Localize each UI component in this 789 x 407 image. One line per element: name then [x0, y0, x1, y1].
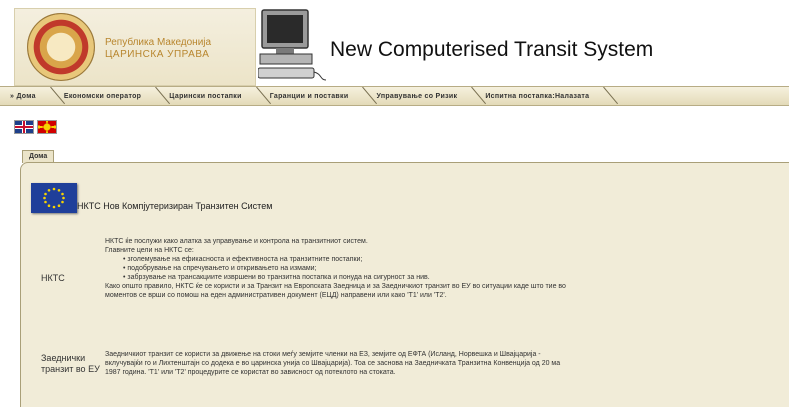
text-line: 1987 година. 'Т1' или 'Т2' процедурите с…	[105, 369, 396, 376]
flag-uk-icon[interactable]	[14, 120, 34, 134]
text-line: Главните цели на НКТС се:	[105, 247, 194, 254]
bullet-line: • зголемување на ефикасноста и ефективно…	[123, 256, 363, 263]
header: Република Македонија ЦАРИНСКА УПРАВА New…	[0, 0, 789, 86]
text-line: НКТС ќе послужи како алатка за управувањ…	[105, 238, 368, 245]
bullet-line: • подобрување на спречувањето и откривањ…	[123, 265, 317, 272]
customs-seal-icon	[27, 13, 95, 81]
nav-item-test-procedure[interactable]: Испитна постапка:Налазата	[475, 87, 607, 105]
row-text-common-transit: Заедничкиот транзит се користи за движењ…	[105, 350, 560, 377]
language-switcher	[14, 120, 57, 134]
bullet-line: • забрзување на трансакциите извршени во…	[123, 274, 430, 281]
text-line: Заедничкиот транзит се користи за движењ…	[105, 351, 541, 358]
org-name-line2: ЦАРИНСКА УПРАВА	[105, 49, 210, 60]
text-line: моментов се врши со помош на еден админи…	[105, 292, 447, 299]
nav-item-guarantees[interactable]: Гаранции и поставки	[260, 87, 367, 105]
system-title: New Computerised Transit System	[330, 38, 654, 61]
row-text-ncts: НКТС ќе послужи како алатка за управувањ…	[105, 237, 566, 300]
nav-item-economic-operator[interactable]: Економски оператор	[54, 87, 159, 105]
nav-item-customs-procedures[interactable]: Царински постапки	[159, 87, 259, 105]
panel-title: НКТС Нов Компјутеризиран Транзитен Систе…	[77, 201, 273, 211]
text-line: Како општо правило, НКТС ќе се користи и…	[105, 283, 566, 290]
row-label-common-transit: Заеднички транзит во ЕУ	[41, 353, 100, 374]
nav-item-risk-management[interactable]: Управување со Ризик	[366, 87, 475, 105]
row-label-ncts: НКТС	[41, 273, 65, 283]
org-name-line1: Република Македонија	[105, 37, 212, 48]
customs-logo-banner[interactable]: Република Македонија ЦАРИНСКА УПРАВА	[14, 8, 256, 86]
computer-icon	[257, 8, 328, 84]
text-line: вклучувајќи го и Лихтенштајн со додека е…	[105, 360, 561, 367]
eu-flag-icon	[31, 183, 77, 213]
flag-mk-icon[interactable]	[37, 120, 57, 134]
content-panel: НКТС Нов Компјутеризиран Транзитен Систе…	[20, 162, 789, 407]
nav-item-home[interactable]: » Дома	[0, 87, 54, 105]
main-nav: » Дома Економски оператор Царински поста…	[0, 86, 789, 106]
